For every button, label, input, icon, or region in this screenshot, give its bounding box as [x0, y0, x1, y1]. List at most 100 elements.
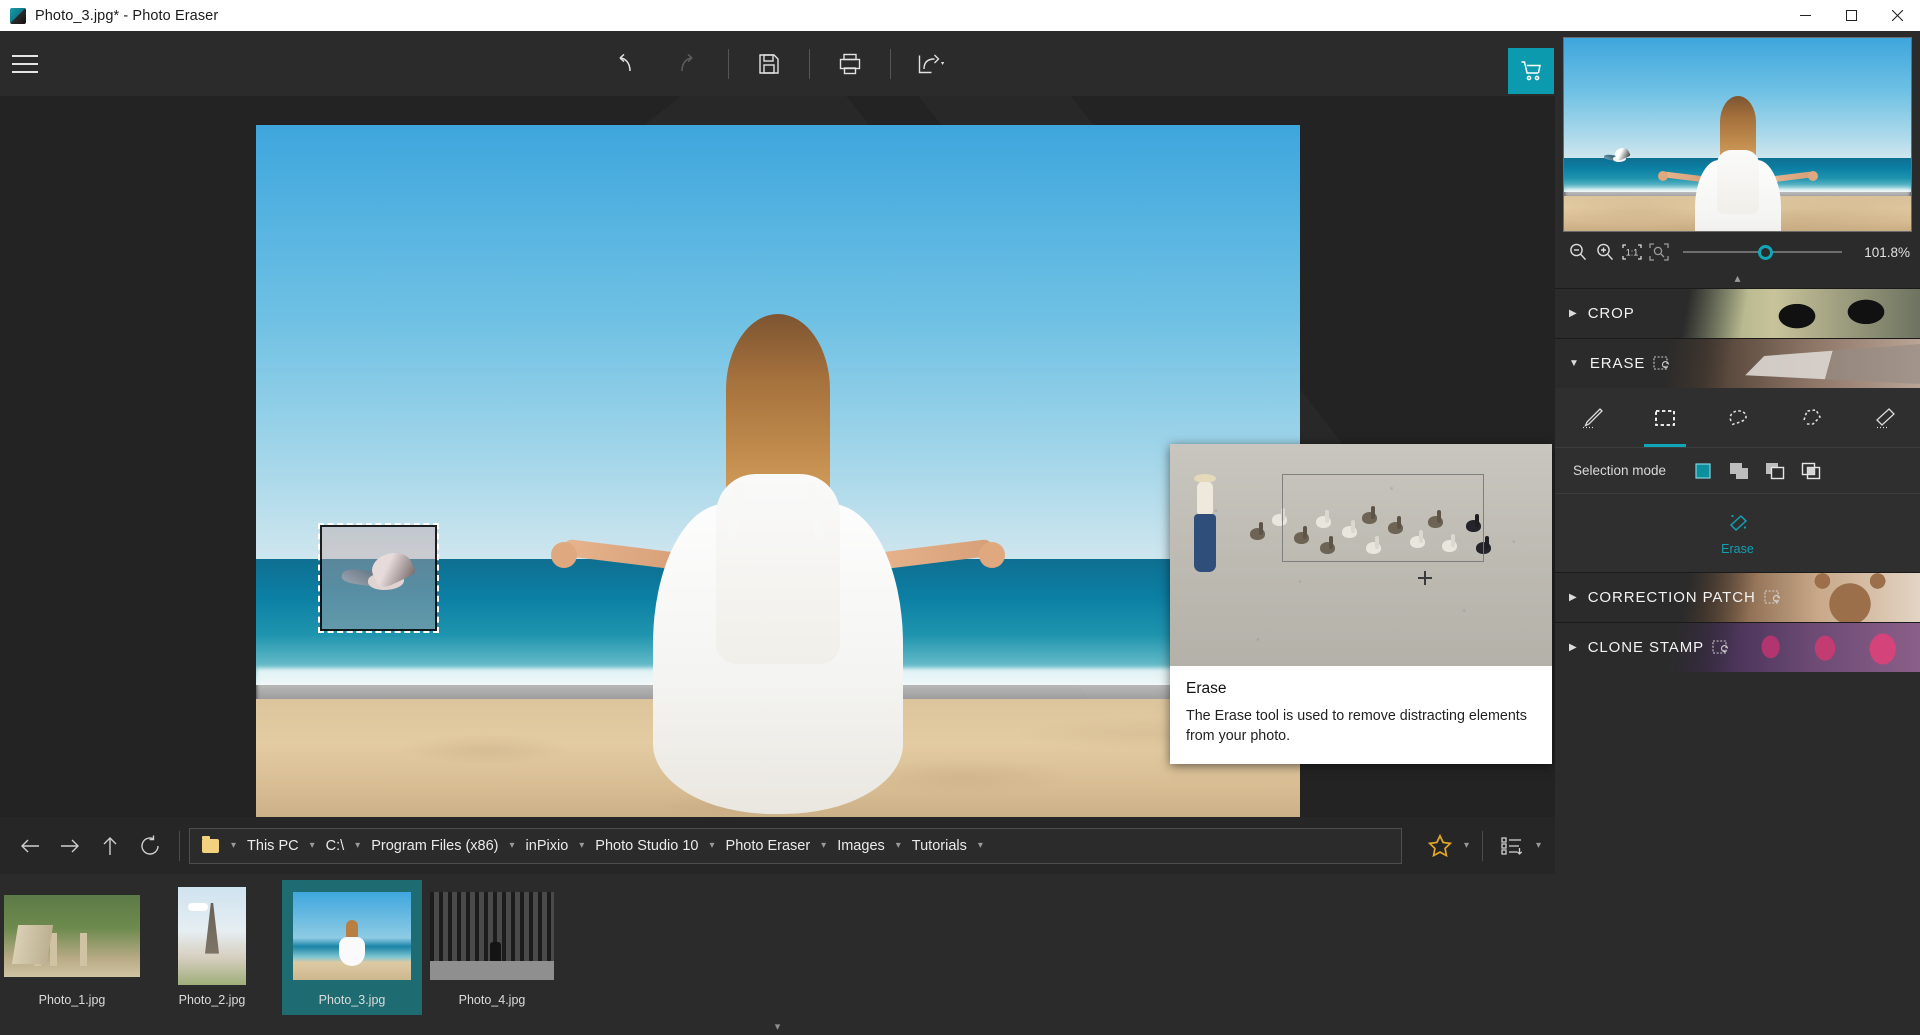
breadcrumb-item-4[interactable]: Photo Studio 10	[588, 835, 705, 857]
chevron-down-icon[interactable]: ▾	[575, 840, 588, 851]
breadcrumb-item-0[interactable]: This PC	[240, 835, 306, 857]
favorites-star-icon[interactable]	[1420, 826, 1460, 866]
polygon-lasso-tool-icon[interactable]	[1784, 389, 1838, 447]
brush-tool-icon[interactable]	[1565, 389, 1619, 447]
share-button[interactable]	[908, 41, 954, 87]
hamburger-menu-icon[interactable]	[12, 54, 38, 73]
thumbnail-label: Photo_4.jpg	[458, 993, 526, 1007]
thumbnail-item-3[interactable]: Photo_4.jpg	[422, 880, 562, 1015]
breadcrumb-item-6[interactable]: Images	[830, 835, 892, 857]
refresh-icon[interactable]	[130, 826, 170, 866]
breadcrumb-root-chevron-icon[interactable]: ▾	[227, 840, 240, 851]
zoom-percent-label: 101.8%	[1864, 244, 1910, 260]
chevron-down-icon[interactable]: ▾	[892, 840, 905, 851]
preview-collapse-chevron-icon[interactable]: ▴	[1555, 272, 1920, 288]
breadcrumb-item-1[interactable]: C:\	[319, 835, 352, 857]
erase-panel-body: Selection mode Erase	[1555, 388, 1920, 572]
editor-canvas[interactable]: Erase The Erase tool is used to remove d…	[0, 96, 1555, 817]
thumbnail-filmstrip: Photo_1.jpg Photo_2.jpg Photo_3.jpg Phot…	[0, 874, 1555, 1017]
thumbnail-item-2[interactable]: Photo_3.jpg	[282, 880, 422, 1015]
panel-label-clone-stamp: CLONE STAMP	[1587, 639, 1705, 656]
chevron-right-icon: ▶	[1569, 308, 1577, 319]
new-selection-icon[interactable]	[1690, 458, 1716, 484]
zoom-slider[interactable]	[1683, 242, 1842, 262]
chevron-down-icon[interactable]: ▾	[506, 840, 519, 851]
fit-to-window-icon[interactable]	[1646, 240, 1671, 265]
chevron-down-icon[interactable]: ▾	[306, 840, 319, 851]
actual-size-icon[interactable]: 1:1	[1619, 240, 1644, 265]
redo-button[interactable]	[665, 41, 711, 87]
panel-header-crop[interactable]: ▶ CROP	[1555, 288, 1920, 338]
preview-beach-photo	[1564, 38, 1911, 231]
tooltip-description: The Erase tool is used to remove distrac…	[1186, 708, 1527, 744]
reset-erase-icon[interactable]	[1653, 355, 1671, 372]
maximize-button[interactable]	[1828, 0, 1874, 31]
image-preview[interactable]	[1563, 37, 1912, 232]
toolbar-divider-1	[728, 48, 729, 79]
crosshair-icon	[1418, 571, 1432, 585]
window-controls	[1782, 0, 1920, 31]
erase-tool-tooltip: Erase The Erase tool is used to remove d…	[1170, 444, 1552, 765]
chevron-down-icon[interactable]: ▾	[351, 840, 364, 851]
photo-subject	[551, 314, 1005, 814]
erase-action-button[interactable]: Erase	[1555, 494, 1920, 572]
reset-clone-stamp-icon[interactable]	[1712, 639, 1730, 656]
tooltip-selection-rect	[1282, 474, 1484, 562]
zoom-slider-knob[interactable]	[1757, 245, 1773, 260]
eraser-tool-icon[interactable]	[1857, 389, 1911, 447]
view-options-chevron-icon[interactable]: ▾	[1532, 840, 1545, 851]
favorites-chevron-icon[interactable]: ▾	[1460, 840, 1473, 851]
rectangle-select-tool-icon[interactable]	[1638, 389, 1692, 447]
cart-button[interactable]	[1508, 48, 1554, 94]
breadcrumb-item-2[interactable]: Program Files (x86)	[364, 835, 505, 857]
intersect-selection-icon[interactable]	[1798, 458, 1824, 484]
toolbar-divider-3	[890, 48, 891, 79]
thumbnail-item-0[interactable]: Photo_1.jpg	[2, 880, 142, 1015]
add-to-selection-icon[interactable]	[1726, 458, 1752, 484]
breadcrumb-item-3[interactable]: inPixio	[519, 835, 576, 857]
thumbnail-label: Photo_1.jpg	[38, 993, 106, 1007]
canvas-image[interactable]	[256, 125, 1300, 817]
undo-button[interactable]	[601, 41, 647, 87]
tooltip-title: Erase	[1186, 680, 1227, 697]
marquee-selection[interactable]	[318, 523, 439, 633]
up-icon[interactable]	[90, 826, 130, 866]
thumbnail-item-1[interactable]: Photo_2.jpg	[142, 880, 282, 1015]
forward-icon[interactable]	[50, 826, 90, 866]
panel-header-correction-patch[interactable]: ▶ CORRECTION PATCH	[1555, 572, 1920, 622]
svg-text:1:1: 1:1	[1625, 248, 1638, 258]
breadcrumb[interactable]: ▾ This PC ▾ C:\ ▾ Program Files (x86) ▾ …	[189, 827, 1402, 864]
zoom-in-icon[interactable]	[1592, 240, 1617, 265]
chevron-right-icon: ▶	[1569, 642, 1577, 653]
breadcrumb-item-5[interactable]: Photo Eraser	[719, 835, 818, 857]
nav-divider-2	[1481, 830, 1483, 861]
tooltip-person	[1188, 474, 1222, 576]
print-button[interactable]	[827, 41, 873, 87]
chevron-down-icon[interactable]: ▾	[817, 840, 830, 851]
save-button[interactable]	[746, 41, 792, 87]
chevron-down-icon[interactable]: ▾	[706, 840, 719, 851]
panel-header-erase[interactable]: ▼ ERASE	[1555, 338, 1920, 388]
breadcrumb-item-7[interactable]: Tutorials	[905, 835, 974, 857]
browser-collapse-chevron-icon[interactable]: ▾	[0, 1017, 1555, 1035]
minimize-button[interactable]	[1782, 0, 1828, 31]
toolbar-divider-2	[809, 48, 810, 79]
lasso-tool-icon[interactable]	[1711, 389, 1765, 447]
subtract-selection-icon[interactable]	[1762, 458, 1788, 484]
chevron-right-icon: ▶	[1569, 592, 1577, 603]
panel-header-clone-stamp[interactable]: ▶ CLONE STAMP	[1555, 622, 1920, 672]
zoom-out-icon[interactable]	[1565, 240, 1590, 265]
tooltip-preview-image	[1170, 444, 1552, 666]
editor-left-column: Erase The Erase tool is used to remove d…	[0, 31, 1555, 1035]
view-options-icon[interactable]	[1492, 826, 1532, 866]
chevron-down-icon[interactable]: ▾	[974, 840, 987, 851]
main-toolbar	[0, 31, 1555, 96]
back-icon[interactable]	[10, 826, 50, 866]
nav-divider	[179, 830, 180, 861]
reset-correction-patch-icon[interactable]	[1764, 589, 1782, 606]
app-icon	[10, 7, 26, 24]
window-title: Photo_3.jpg* - Photo Eraser	[35, 7, 219, 24]
close-button[interactable]	[1874, 0, 1920, 31]
right-tools-panel: 1:1 101.8% ▴ ▶ CROP ▼ ERASE Selection mo…	[1555, 31, 1920, 1035]
panel-label-correction-patch: CORRECTION PATCH	[1587, 589, 1756, 606]
